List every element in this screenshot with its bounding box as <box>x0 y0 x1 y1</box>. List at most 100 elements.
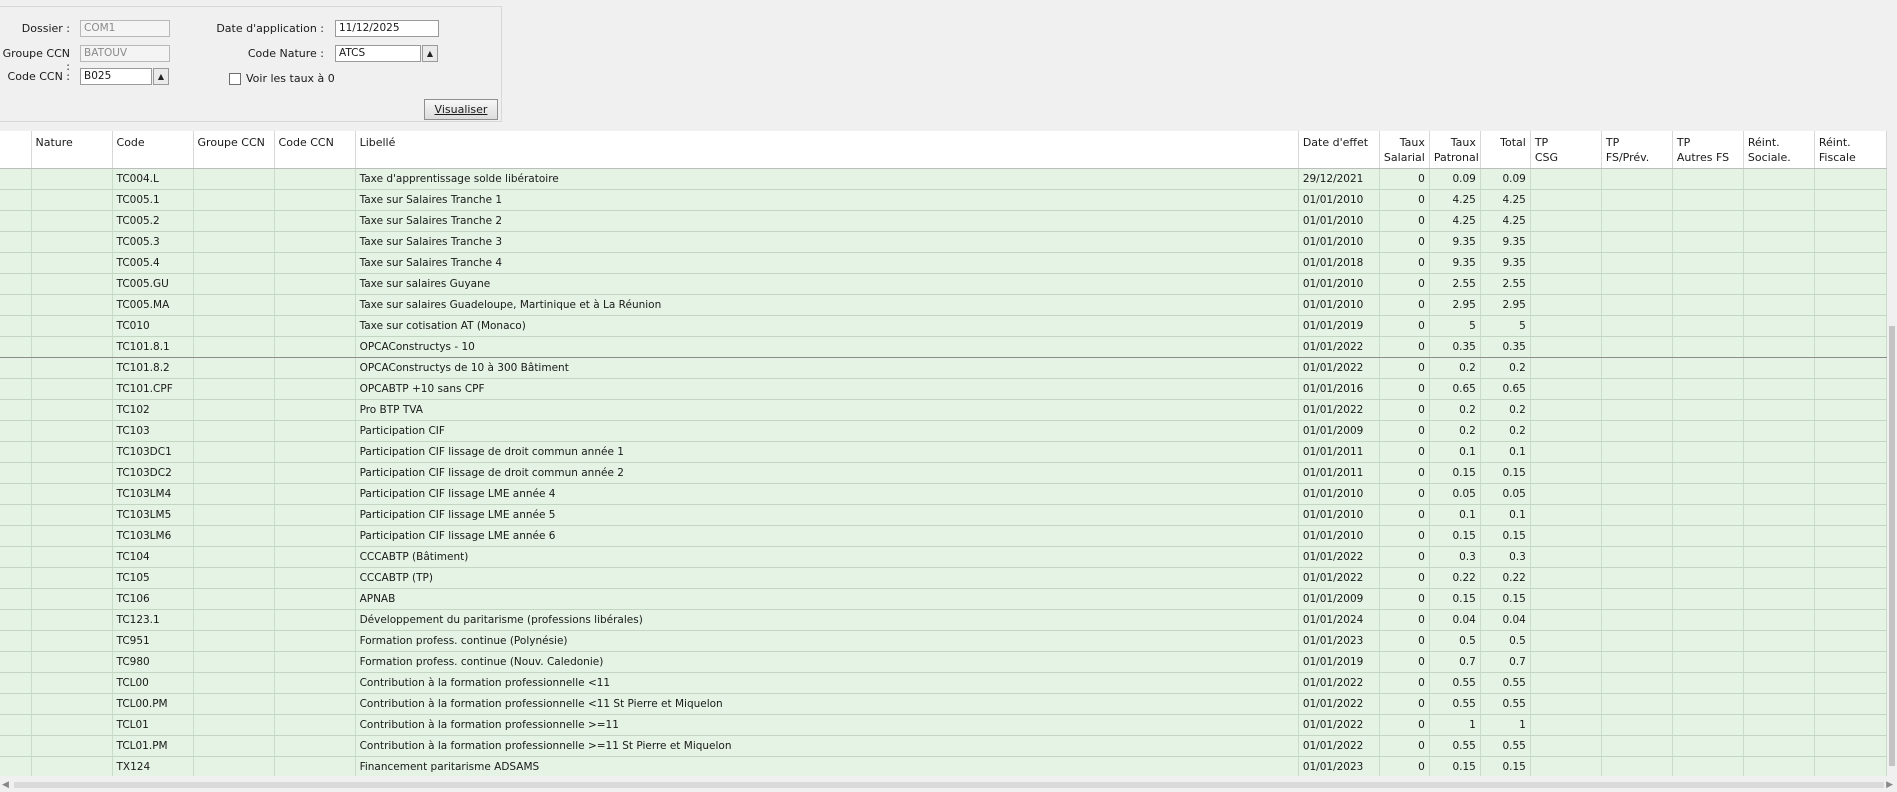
row-selector-cell[interactable] <box>0 189 32 211</box>
reint-fiscale-cell[interactable] <box>1814 294 1887 316</box>
tp-csg-cell[interactable] <box>1530 672 1602 694</box>
reint-fiscale-cell[interactable] <box>1814 756 1887 776</box>
total-cell[interactable]: 0.7 <box>1480 651 1531 673</box>
row-selector-cell[interactable] <box>0 693 32 715</box>
col-header-total[interactable]: Total <box>1480 131 1531 169</box>
row-selector-cell[interactable] <box>0 315 32 337</box>
taux-salarial-cell[interactable]: 0 <box>1379 630 1430 652</box>
reint-fiscale-cell[interactable] <box>1814 399 1887 421</box>
table-row[interactable]: TC005.1 Taxe sur Salaires Tranche 1 01/01/… <box>0 189 1887 211</box>
reint-sociale-cell[interactable] <box>1743 189 1815 211</box>
reint-sociale-cell[interactable] <box>1743 462 1815 484</box>
tp-csg-cell[interactable] <box>1530 294 1602 316</box>
total-cell[interactable]: 0.65 <box>1480 378 1531 400</box>
tp-fs-prev-cell[interactable] <box>1601 168 1673 190</box>
libelle-cell[interactable]: Participation CIF lissage de droit commu… <box>355 441 1299 463</box>
date-effet-cell[interactable]: 01/01/2022 <box>1298 693 1380 715</box>
tp-csg-cell[interactable] <box>1530 378 1602 400</box>
tp-fs-prev-cell[interactable] <box>1601 335 1673 358</box>
libelle-cell[interactable]: Taxe sur Salaires Tranche 3 <box>355 231 1299 253</box>
reint-sociale-cell[interactable] <box>1743 210 1815 232</box>
row-selector-cell[interactable] <box>0 420 32 442</box>
code-ccn-cell[interactable] <box>274 567 356 589</box>
tp-fs-prev-cell[interactable] <box>1601 756 1673 776</box>
code-ccn-cell[interactable] <box>274 231 356 253</box>
dossier-field[interactable]: COM1 <box>80 20 170 37</box>
row-selector-cell[interactable] <box>0 231 32 253</box>
code-cell[interactable]: TC005.1 <box>112 189 194 211</box>
code-cell[interactable]: TC103LM5 <box>112 504 194 526</box>
libelle-cell[interactable]: CCCABTP (TP) <box>355 567 1299 589</box>
table-row[interactable]: TC101.8.1 OPCAConstructys - 10 01/01/2022 0… <box>0 335 1887 358</box>
code-ccn-cell[interactable] <box>274 714 356 736</box>
tp-autres-fs-cell[interactable] <box>1672 504 1744 526</box>
date-effet-cell[interactable]: 01/01/2018 <box>1298 252 1380 274</box>
code-cell[interactable]: TCL01 <box>112 714 194 736</box>
reint-sociale-cell[interactable] <box>1743 168 1815 190</box>
libelle-cell[interactable]: OPCAConstructys de 10 à 300 Bâtiment <box>355 357 1299 379</box>
nature-cell[interactable] <box>31 651 113 673</box>
reint-sociale-cell[interactable] <box>1743 378 1815 400</box>
taux-patronal-cell[interactable]: 0.15 <box>1429 462 1481 484</box>
total-cell[interactable]: 9.35 <box>1480 252 1531 274</box>
libelle-cell[interactable]: Contribution à la formation professionne… <box>355 735 1299 757</box>
taux-salarial-cell[interactable]: 0 <box>1379 567 1430 589</box>
reint-fiscale-cell[interactable] <box>1814 315 1887 337</box>
row-selector-cell[interactable] <box>0 504 32 526</box>
taux-patronal-cell[interactable]: 1 <box>1429 714 1481 736</box>
tp-fs-prev-cell[interactable] <box>1601 609 1673 631</box>
nature-cell[interactable] <box>31 714 113 736</box>
tp-autres-fs-cell[interactable] <box>1672 546 1744 568</box>
libelle-cell[interactable]: Contribution à la formation professionne… <box>355 693 1299 715</box>
code-ccn-cell[interactable] <box>274 315 356 337</box>
tp-fs-prev-cell[interactable] <box>1601 630 1673 652</box>
tp-fs-prev-cell[interactable] <box>1601 672 1673 694</box>
reint-fiscale-cell[interactable] <box>1814 672 1887 694</box>
tp-autres-fs-cell[interactable] <box>1672 441 1744 463</box>
reint-sociale-cell[interactable] <box>1743 756 1815 776</box>
code-ccn-cell[interactable] <box>274 693 356 715</box>
reint-fiscale-cell[interactable] <box>1814 609 1887 631</box>
libelle-cell[interactable]: OPCAConstructys - 10 <box>355 335 1299 358</box>
total-cell[interactable]: 4.25 <box>1480 210 1531 232</box>
table-row[interactable]: TC103LM4 Participation CIF lissage LME an… <box>0 483 1887 505</box>
tp-fs-prev-cell[interactable] <box>1601 315 1673 337</box>
groupe-ccn-cell[interactable] <box>193 335 275 358</box>
table-row[interactable]: TC101.CPF OPCABTP +10 sans CPF 01/01/2016 0… <box>0 378 1887 400</box>
taux-patronal-cell[interactable]: 0.04 <box>1429 609 1481 631</box>
tp-csg-cell[interactable] <box>1530 714 1602 736</box>
code-ccn-cell[interactable] <box>274 378 356 400</box>
nature-cell[interactable] <box>31 693 113 715</box>
tp-autres-fs-cell[interactable] <box>1672 210 1744 232</box>
groupe-ccn-cell[interactable] <box>193 294 275 316</box>
date-application-field[interactable]: 11/12/2025 <box>335 20 439 37</box>
taux-patronal-cell[interactable]: 9.35 <box>1429 252 1481 274</box>
taux-patronal-cell[interactable]: 0.55 <box>1429 735 1481 757</box>
col-header-taux-salarial[interactable]: Taux Salarial <box>1379 131 1430 169</box>
tp-csg-cell[interactable] <box>1530 567 1602 589</box>
code-cell[interactable]: TC106 <box>112 588 194 610</box>
table-row[interactable]: TC004.L Taxe d'apprentissage solde libéra… <box>0 168 1887 190</box>
row-selector-cell[interactable] <box>0 441 32 463</box>
tp-fs-prev-cell[interactable] <box>1601 210 1673 232</box>
nature-cell[interactable] <box>31 735 113 757</box>
reint-sociale-cell[interactable] <box>1743 357 1815 379</box>
col-header-tp-csg[interactable]: TP CSG <box>1530 131 1602 169</box>
code-cell[interactable]: TC104 <box>112 546 194 568</box>
groupe-ccn-cell[interactable] <box>193 168 275 190</box>
taux-patronal-cell[interactable]: 2.95 <box>1429 294 1481 316</box>
libelle-cell[interactable]: Contribution à la formation professionne… <box>355 714 1299 736</box>
tp-fs-prev-cell[interactable] <box>1601 504 1673 526</box>
row-selector-cell[interactable] <box>0 672 32 694</box>
total-cell[interactable]: 1 <box>1480 714 1531 736</box>
code-cell[interactable]: TC101.8.1 <box>112 335 194 358</box>
tp-autres-fs-cell[interactable] <box>1672 357 1744 379</box>
libelle-cell[interactable]: Pro BTP TVA <box>355 399 1299 421</box>
taux-patronal-cell[interactable]: 9.35 <box>1429 231 1481 253</box>
nature-cell[interactable] <box>31 483 113 505</box>
row-selector-cell[interactable] <box>0 273 32 295</box>
code-ccn-cell[interactable] <box>274 588 356 610</box>
libelle-cell[interactable]: Contribution à la formation professionne… <box>355 672 1299 694</box>
groupe-ccn-cell[interactable] <box>193 399 275 421</box>
groupe-ccn-cell[interactable] <box>193 567 275 589</box>
